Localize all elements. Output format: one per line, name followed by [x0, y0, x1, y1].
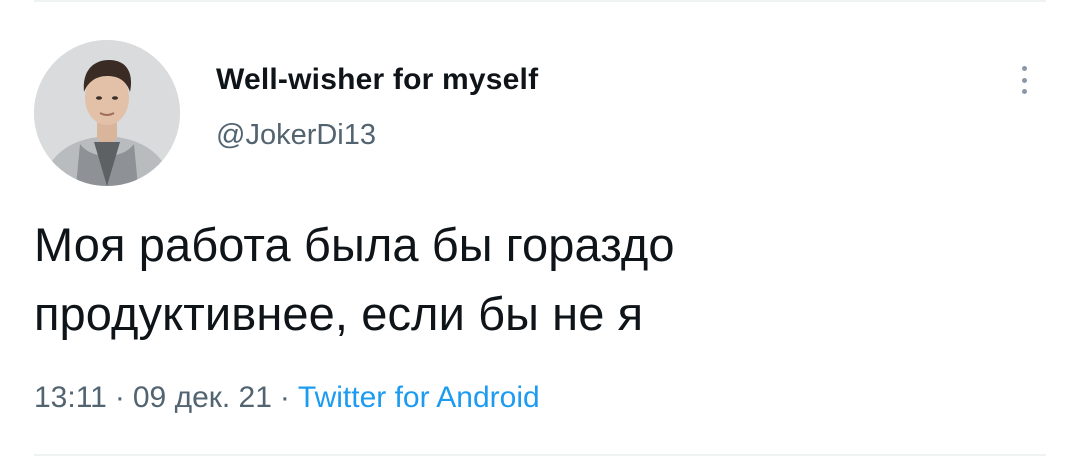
avatar[interactable] — [34, 40, 180, 186]
tweet-source-link[interactable]: Twitter for Android — [298, 381, 540, 414]
tweet-text-line: Моя работа была бы гораздо — [34, 218, 675, 271]
more-vertical-icon — [1021, 89, 1027, 94]
bottom-divider — [34, 454, 1046, 456]
tweet: Well-wisher for myself @JokerDi13 Моя ра… — [0, 0, 1080, 462]
tweet-text-line: продуктивнее, если бы не я — [34, 287, 644, 340]
author-handle[interactable]: @JokerDi13 — [216, 118, 538, 152]
meta-separator: · — [279, 381, 290, 414]
more-vertical-icon — [1021, 77, 1027, 83]
more-options-button[interactable] — [1010, 58, 1038, 102]
avatar-photo — [34, 40, 180, 186]
author-display-name[interactable]: Well-wisher for myself — [216, 62, 538, 98]
tweet-date[interactable]: 09 дек. 21 — [133, 381, 272, 414]
tweet-author: Well-wisher for myself @JokerDi13 — [216, 62, 538, 152]
tweet-time[interactable]: 13:11 — [34, 381, 107, 414]
tweet-text: Моя работа была бы гораздо продуктивнее,… — [34, 210, 1044, 348]
more-vertical-icon — [1021, 66, 1027, 71]
meta-separator: · — [114, 381, 125, 414]
tweet-meta: 13:11 · 09 дек. 21 · Twitter for Android — [34, 378, 540, 418]
